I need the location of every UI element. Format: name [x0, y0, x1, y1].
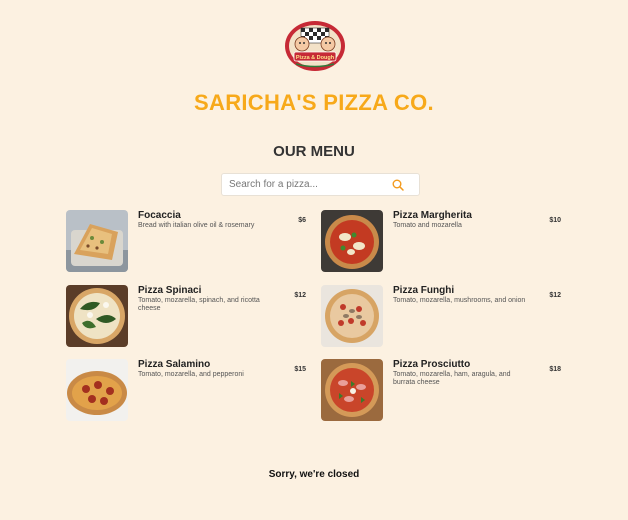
menu-item[interactable]: Pizza Prosciutto Tomato, mozarella, ham,… [321, 359, 561, 421]
menu-item[interactable]: Pizza Margherita Tomato and mozarella $1… [321, 210, 561, 272]
menu-item-name: Pizza Spinaci [138, 285, 202, 296]
menu-item-price: $12 [549, 292, 561, 299]
menu-item[interactable]: Pizza Salamino Tomato, mozarella, and pe… [66, 359, 306, 421]
menu-item-price: $10 [549, 217, 561, 224]
menu-item[interactable]: Pizza Funghi Tomato, mozarella, mushroom… [321, 285, 561, 347]
menu-item-price: $6 [298, 217, 306, 224]
menu-item-description: Bread with italian olive oil & rosemary [138, 222, 255, 229]
menu-title: OUR MENU [273, 143, 355, 160]
menu-item-description: Tomato, mozarella, ham, aragula, and bur… [393, 371, 511, 386]
pizza-funghi-image [321, 285, 383, 347]
menu-item[interactable]: Focaccia Bread with italian olive oil & … [66, 210, 306, 272]
search-icon[interactable] [391, 178, 405, 192]
brand-logo: Pizza & Dough [282, 19, 348, 73]
menu-item-name: Pizza Prosciutto [393, 359, 471, 370]
focaccia-image [66, 210, 128, 272]
search-input[interactable] [222, 174, 389, 195]
menu-item-price: $15 [294, 366, 306, 373]
logo-text: Pizza & Dough [296, 55, 335, 61]
brand-name: SARICHA'S PIZZA CO. [194, 90, 434, 115]
pizza-salamino-image [66, 359, 128, 421]
menu-item-price: $18 [549, 366, 561, 373]
pizza-margherita-image [321, 210, 383, 272]
menu-item-name: Pizza Salamino [138, 359, 211, 370]
pizza-prosciutto-image [321, 359, 383, 421]
menu-item[interactable]: Pizza Spinaci Tomato, mozarella, spinach… [66, 285, 306, 347]
search-box [221, 173, 420, 196]
menu-item-description: Tomato, mozarella, and pepperoni [138, 371, 244, 378]
pizza-spinaci-image [66, 285, 128, 347]
menu-item-description: Tomato, mozarella, mushrooms, and onion [393, 297, 526, 304]
store-status: Sorry, we're closed [268, 469, 360, 480]
menu-item-name: Pizza Margherita [393, 210, 472, 221]
menu-item-description: Tomato, mozarella, spinach, and ricotta … [138, 297, 260, 312]
menu-item-description: Tomato and mozarella [393, 222, 462, 229]
menu-item-name: Pizza Funghi [393, 285, 455, 296]
menu-item-price: $12 [294, 292, 306, 299]
menu-item-name: Focaccia [138, 210, 181, 221]
